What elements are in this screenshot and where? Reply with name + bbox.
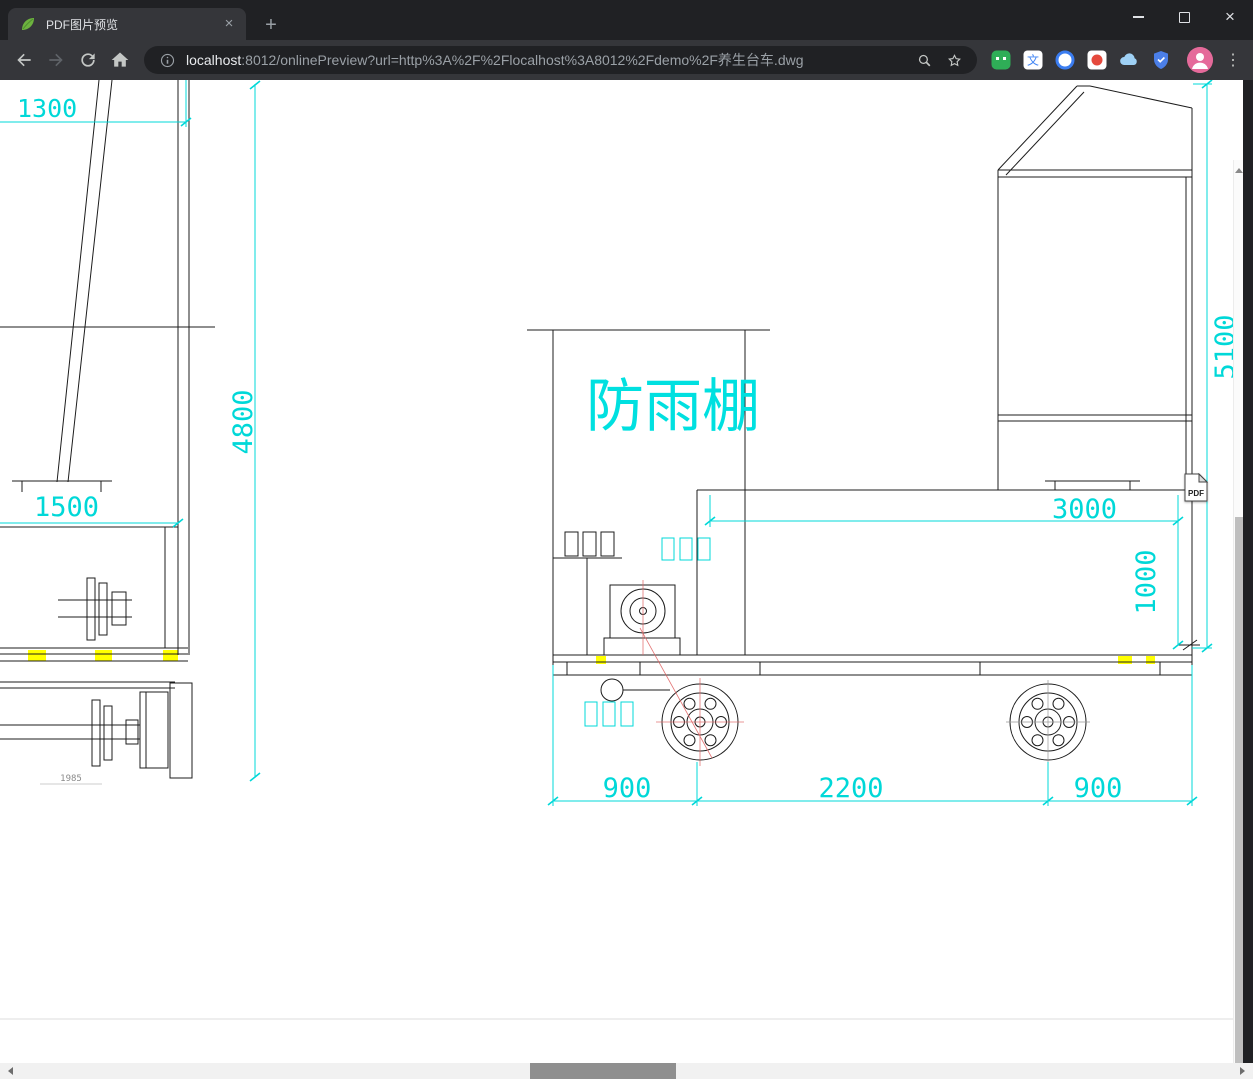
tab-strip: PDF图片预览 × + × — [0, 0, 1253, 40]
window-maximize-button[interactable] — [1161, 0, 1207, 34]
browser-tab[interactable]: PDF图片预览 × — [8, 8, 246, 40]
profile-avatar[interactable] — [1187, 47, 1213, 73]
extension-icon-shield[interactable] — [1149, 48, 1173, 72]
left-view — [0, 80, 215, 779]
cad-drawing: 1985 1300 4800 1500 3000 1000 5100 900 2… — [0, 80, 1243, 1020]
extension-icon-translate[interactable]: 文 — [1021, 48, 1045, 72]
url-path: :8012/onlinePreview?url=http%3A%2F%2Floc… — [241, 52, 804, 68]
dimension-layer — [0, 80, 1213, 806]
dim-1500-label: 1500 — [34, 492, 99, 523]
scroll-up-arrow[interactable] — [1235, 164, 1243, 173]
dim-900-left-label: 900 — [603, 773, 652, 804]
gantry-view — [997, 85, 1200, 655]
forward-button[interactable] — [42, 46, 70, 74]
browser-window: PDF图片预览 × + × localhost:8012/onlinePrevi… — [0, 0, 1253, 1079]
dim-1300-label: 1300 — [17, 94, 77, 123]
new-tab-button[interactable]: + — [258, 12, 284, 38]
extension-icon-green[interactable] — [989, 48, 1013, 72]
dim-2200-label: 2200 — [818, 773, 883, 804]
bookmark-star-icon[interactable] — [943, 49, 965, 71]
minimize-icon — [1132, 16, 1144, 18]
extension-icon-blue-ring[interactable] — [1053, 48, 1077, 72]
url-text: localhost:8012/onlinePreview?url=http%3A… — [186, 50, 905, 70]
pdf-download-button[interactable]: PDF — [1184, 472, 1209, 502]
reload-button[interactable] — [74, 46, 102, 74]
tab-close-icon[interactable]: × — [220, 15, 238, 33]
dimension-ticks — [172, 80, 1213, 806]
tab-title: PDF图片预览 — [46, 17, 119, 32]
horizontal-scrollbar-thumb[interactable] — [530, 1063, 676, 1079]
browser-menu-icon[interactable]: ⋮ — [1221, 48, 1245, 72]
url-address-bar[interactable]: localhost:8012/onlinePreview?url=http%3A… — [144, 46, 977, 74]
chassis — [552, 654, 1193, 676]
centerlines-gray — [1006, 680, 1090, 764]
scroll-left-arrow[interactable] — [4, 1067, 13, 1075]
extension-icon-red[interactable] — [1085, 48, 1109, 72]
translate-glyph: 文 — [1027, 53, 1039, 68]
extension-icon-cloud[interactable] — [1117, 48, 1141, 72]
scroll-right-arrow[interactable] — [1240, 1067, 1249, 1075]
page-content: 1985 1300 4800 1500 3000 1000 5100 900 2… — [0, 80, 1243, 1063]
site-info-icon[interactable] — [156, 49, 178, 71]
maximize-icon — [1178, 11, 1190, 23]
vertical-scrollbar-thumb[interactable] — [1235, 517, 1243, 1063]
vertical-scrollbar — [1233, 160, 1243, 1063]
dim-1985-label: 1985 — [60, 774, 82, 784]
home-button[interactable] — [106, 46, 134, 74]
shelter-label: 防雨棚 — [586, 372, 760, 440]
window-controls: × — [1115, 0, 1253, 34]
horizontal-scrollbar — [0, 1063, 1253, 1079]
window-close-button[interactable]: × — [1207, 0, 1253, 34]
pdf-badge-label: PDF — [1188, 489, 1204, 498]
dim-3000-label: 3000 — [1052, 494, 1117, 525]
zoom-icon[interactable] — [913, 49, 935, 71]
navigation-toolbar: localhost:8012/onlinePreview?url=http%3A… — [0, 40, 1253, 80]
window-minimize-button[interactable] — [1115, 0, 1161, 34]
extensions-area: 文 — [985, 48, 1177, 72]
dim-4800-label: 4800 — [228, 389, 259, 454]
url-host: localhost — [186, 52, 242, 68]
dim-1000-label: 1000 — [1131, 549, 1162, 614]
dim-900-right-label: 900 — [1074, 773, 1123, 804]
back-button[interactable] — [10, 46, 38, 74]
tab-favicon-leaf-icon — [20, 16, 36, 32]
platform-view — [696, 480, 1192, 655]
